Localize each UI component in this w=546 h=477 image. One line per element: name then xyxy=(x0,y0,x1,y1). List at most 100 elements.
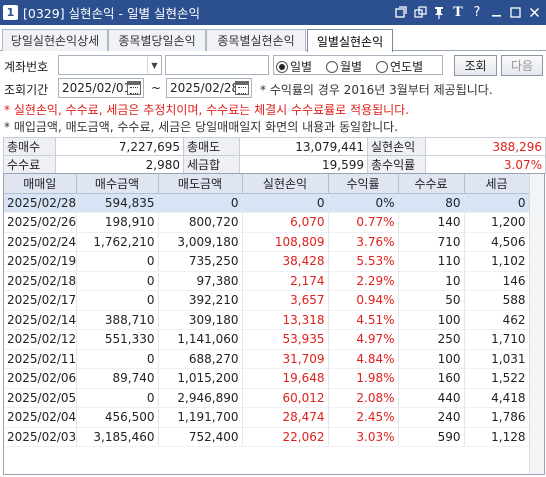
table-row[interactable]: 2025/02/19 0 735,250 38,428 5.53% 110 1,102 xyxy=(4,251,530,272)
radio-daily-dot[interactable] xyxy=(276,60,288,73)
cell-buy-amount: 3,185,460 xyxy=(76,427,159,447)
cell-return-rate: 0.94% xyxy=(328,290,399,311)
table-row[interactable]: 2025/02/12 551,330 1,141,060 53,935 4.97% 250… xyxy=(4,329,530,350)
sell-total-value: 13,079,441 xyxy=(239,137,368,156)
cell-tax: 588 xyxy=(464,290,530,311)
cell-realized-pl: 28,474 xyxy=(242,407,329,428)
cell-buy-amount: 89,740 xyxy=(76,368,159,389)
cell-sell-amount: 1,191,700 xyxy=(158,407,243,428)
table-header-row: 매매일 매수금액 매도금액 실현손익 수익률 수수료 세금 xyxy=(4,174,530,194)
table-row[interactable]: 2025/02/11 0 688,270 31,709 4.84% 100 1,031 xyxy=(4,349,530,369)
cell-sell-amount: 3,009,180 xyxy=(158,232,243,252)
cell-buy-amount: 0 xyxy=(76,251,159,272)
tab-daily-realized-detail[interactable]: 당일실현손익상세 xyxy=(2,29,108,51)
tab-bar: 당일실현손익상세 종목별당일손익 종목별실현손익 일별실현손익 xyxy=(0,29,546,52)
tab-stock-realized-pl[interactable]: 종목별실현손익 xyxy=(206,29,306,51)
table-row[interactable]: 2025/02/06 89,740 1,015,200 19,648 1.98% 160 1… xyxy=(4,368,530,389)
cell-fee: 100 xyxy=(398,310,465,330)
cell-date: 2025/02/03 xyxy=(4,427,77,447)
radio-monthly-dot[interactable] xyxy=(326,60,338,73)
col-header-return-rate[interactable]: 수익률 xyxy=(328,174,399,194)
query-button[interactable]: 조회 xyxy=(454,55,497,76)
date-from-field[interactable]: 2025/02/01 xyxy=(58,78,144,98)
table-row[interactable]: 2025/02/03 3,185,460 752,400 22,062 3.03% 590… xyxy=(4,427,530,447)
col-header-fee[interactable]: 수수료 xyxy=(398,174,465,194)
table-row[interactable]: 2025/02/14 388,710 309,180 13,318 4.51% 100 46… xyxy=(4,310,530,330)
close-icon[interactable] xyxy=(526,3,542,21)
account-number-select[interactable]: ▼ xyxy=(58,55,162,75)
col-header-tax[interactable]: 세금 xyxy=(464,174,530,194)
cell-buy-amount: 0 xyxy=(76,349,159,369)
table-row[interactable]: 2025/02/28 594,835 0 0 0% 80 0 xyxy=(4,193,530,213)
cell-return-rate: 1.98% xyxy=(328,368,399,389)
col-header-sell-amount[interactable]: 매도금액 xyxy=(158,174,243,194)
cell-tax: 4,506 xyxy=(464,232,530,252)
account-name-field xyxy=(165,55,269,75)
table-row[interactable]: 2025/02/04 456,500 1,191,700 28,474 2.45% 240… xyxy=(4,407,530,428)
cell-date: 2025/02/05 xyxy=(4,388,77,408)
cell-buy-amount: 0 xyxy=(76,388,159,408)
chevron-down-icon[interactable]: ▼ xyxy=(147,56,161,74)
table-row[interactable]: 2025/02/05 0 2,946,890 60,012 2.08% 440 4,418 xyxy=(4,388,530,408)
cell-buy-amount: 456,500 xyxy=(76,407,159,428)
window-title: [0329] 실현손익 - 일별 실현손익 xyxy=(23,6,200,21)
link-icon[interactable] xyxy=(412,3,428,21)
cell-fee: 110 xyxy=(398,251,465,272)
cell-return-rate: 0.77% xyxy=(328,212,399,233)
cell-fee: 50 xyxy=(398,290,465,311)
table-row[interactable]: 2025/02/18 0 97,380 2,174 2.29% 10 146 xyxy=(4,271,530,291)
font-T-icon[interactable]: T xyxy=(450,3,466,21)
cell-return-rate: 2.45% xyxy=(328,407,399,428)
cell-buy-amount: 198,910 xyxy=(76,212,159,233)
radio-daily[interactable]: 일별 xyxy=(276,58,312,75)
cell-buy-amount: 594,835 xyxy=(76,193,159,213)
cell-tax: 1,522 xyxy=(464,368,530,389)
cell-realized-pl: 3,657 xyxy=(242,290,329,311)
help-icon[interactable]: ? xyxy=(469,3,485,21)
vertical-scrollbar[interactable] xyxy=(529,174,544,474)
cell-fee: 140 xyxy=(398,212,465,233)
radio-monthly-label: 월별 xyxy=(340,60,363,74)
minimize-icon[interactable] xyxy=(488,3,504,21)
cell-realized-pl: 2,174 xyxy=(242,271,329,291)
period-label: 조회기간 xyxy=(4,83,49,97)
cell-tax: 1,710 xyxy=(464,329,530,350)
cell-realized-pl: 13,318 xyxy=(242,310,329,330)
table-row[interactable]: 2025/02/26 198,910 800,720 6,070 0.77% 140 1,2… xyxy=(4,212,530,233)
cell-return-rate: 3.03% xyxy=(328,427,399,447)
cell-fee: 440 xyxy=(398,388,465,408)
cell-realized-pl: 6,070 xyxy=(242,212,329,233)
cell-return-rate: 4.51% xyxy=(328,310,399,330)
col-header-date[interactable]: 매매일 xyxy=(4,174,77,194)
buy-total-value: 7,227,695 xyxy=(55,137,184,156)
radio-yearly[interactable]: 연도별 xyxy=(376,58,423,75)
table-row[interactable]: 2025/02/17 0 392,210 3,657 0.94% 50 588 xyxy=(4,290,530,311)
col-header-realized-pl[interactable]: 실현손익 xyxy=(242,174,329,194)
account-label: 계좌번호 xyxy=(4,60,49,74)
cell-tax: 1,128 xyxy=(464,427,530,447)
cell-tax: 1,102 xyxy=(464,251,530,272)
cell-fee: 710 xyxy=(398,232,465,252)
next-button[interactable]: 다음 xyxy=(501,55,543,76)
tab-stock-daily-pl[interactable]: 종목별당일손익 xyxy=(108,29,206,51)
cell-realized-pl: 31,709 xyxy=(242,349,329,369)
cell-return-rate: 5.53% xyxy=(328,251,399,272)
date-to-field[interactable]: 2025/02/28 xyxy=(166,78,252,98)
cell-fee: 240 xyxy=(398,407,465,428)
cell-tax: 146 xyxy=(464,271,530,291)
cell-realized-pl: 22,062 xyxy=(242,427,329,447)
col-header-buy-amount[interactable]: 매수금액 xyxy=(76,174,159,194)
tab-daily-realized-pl[interactable]: 일별실현손익 xyxy=(307,29,393,52)
cell-buy-amount: 0 xyxy=(76,290,159,311)
cell-realized-pl: 53,935 xyxy=(242,329,329,350)
radio-monthly[interactable]: 월별 xyxy=(326,58,362,75)
calendar-icon[interactable] xyxy=(235,81,249,95)
radio-yearly-dot[interactable] xyxy=(376,60,388,73)
table-row[interactable]: 2025/02/24 1,762,210 3,009,180 108,809 3.76%… xyxy=(4,232,530,252)
calendar-icon[interactable] xyxy=(127,81,141,95)
restore-window-icon[interactable] xyxy=(393,3,409,21)
cell-realized-pl: 19,648 xyxy=(242,368,329,389)
pin-icon[interactable] xyxy=(431,3,447,21)
maximize-icon[interactable] xyxy=(507,3,523,21)
daily-pl-grid[interactable]: 매매일 매수금액 매도금액 실현손익 수익률 수수료 세금 2025/02/28… xyxy=(3,173,545,475)
